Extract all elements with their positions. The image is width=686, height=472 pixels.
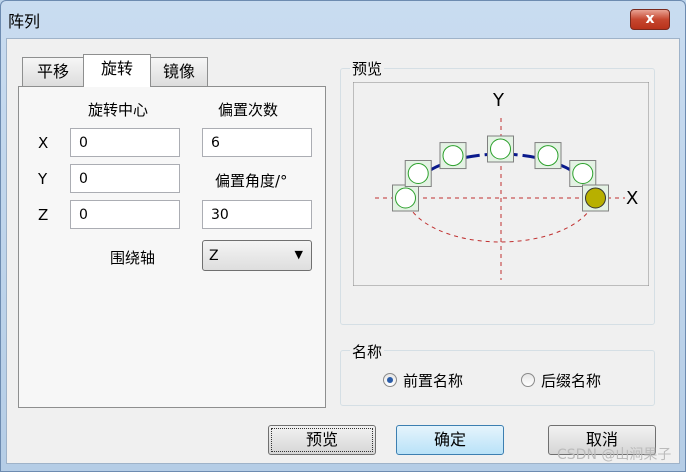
dialog-title: 阵列 — [8, 12, 41, 31]
array-point — [537, 145, 559, 167]
z-label: Z — [38, 206, 49, 224]
array-point — [442, 145, 464, 167]
preview-canvas — [353, 82, 649, 286]
offset-angle-label: 偏置角度/° — [215, 172, 288, 190]
offset-count-label: 偏置次数 — [218, 101, 279, 119]
axis-label: 围绕轴 — [110, 249, 156, 267]
axis-select[interactable]: Z ▼ — [202, 240, 312, 271]
ok-button[interactable]: 确定 — [396, 425, 504, 455]
tab-mirror[interactable]: 镜像 — [150, 57, 208, 87]
watermark: CSDN @山涧果子 — [557, 447, 672, 463]
y-label: Y — [38, 170, 48, 188]
y-axis-label: Y — [493, 90, 504, 111]
suffix-label[interactable]: 后缀名称 — [541, 370, 601, 391]
array-point — [395, 187, 416, 209]
suffix-radio[interactable] — [521, 373, 535, 387]
prefix-radio[interactable] — [383, 373, 397, 387]
array-point — [490, 138, 511, 160]
axis-select-value: Z — [209, 248, 219, 264]
array-point — [572, 163, 594, 184]
chevron-down-icon: ▼ — [294, 248, 303, 261]
center-y-input[interactable]: 0 — [70, 164, 180, 193]
tab-rotate[interactable]: 旋转 — [83, 54, 151, 87]
naming-group-label: 名称 — [350, 341, 385, 362]
preview-group-label: 预览 — [350, 58, 385, 79]
prefix-label[interactable]: 前置名称 — [403, 370, 463, 391]
close-button[interactable]: x — [630, 9, 670, 30]
offset-angle-input[interactable]: 30 — [202, 200, 312, 229]
offset-count-input[interactable]: 6 — [202, 128, 312, 157]
x-label: X — [38, 134, 49, 152]
array-point — [407, 163, 429, 184]
selected-point — [585, 187, 606, 209]
center-x-input[interactable]: 0 — [70, 128, 180, 157]
x-axis-label: X — [626, 188, 639, 209]
preview-button[interactable]: 预览 — [268, 425, 376, 455]
center-z-input[interactable]: 0 — [70, 200, 180, 229]
tab-translate[interactable]: 平移 — [22, 57, 84, 87]
rotation-center-label: 旋转中心 — [88, 101, 149, 119]
